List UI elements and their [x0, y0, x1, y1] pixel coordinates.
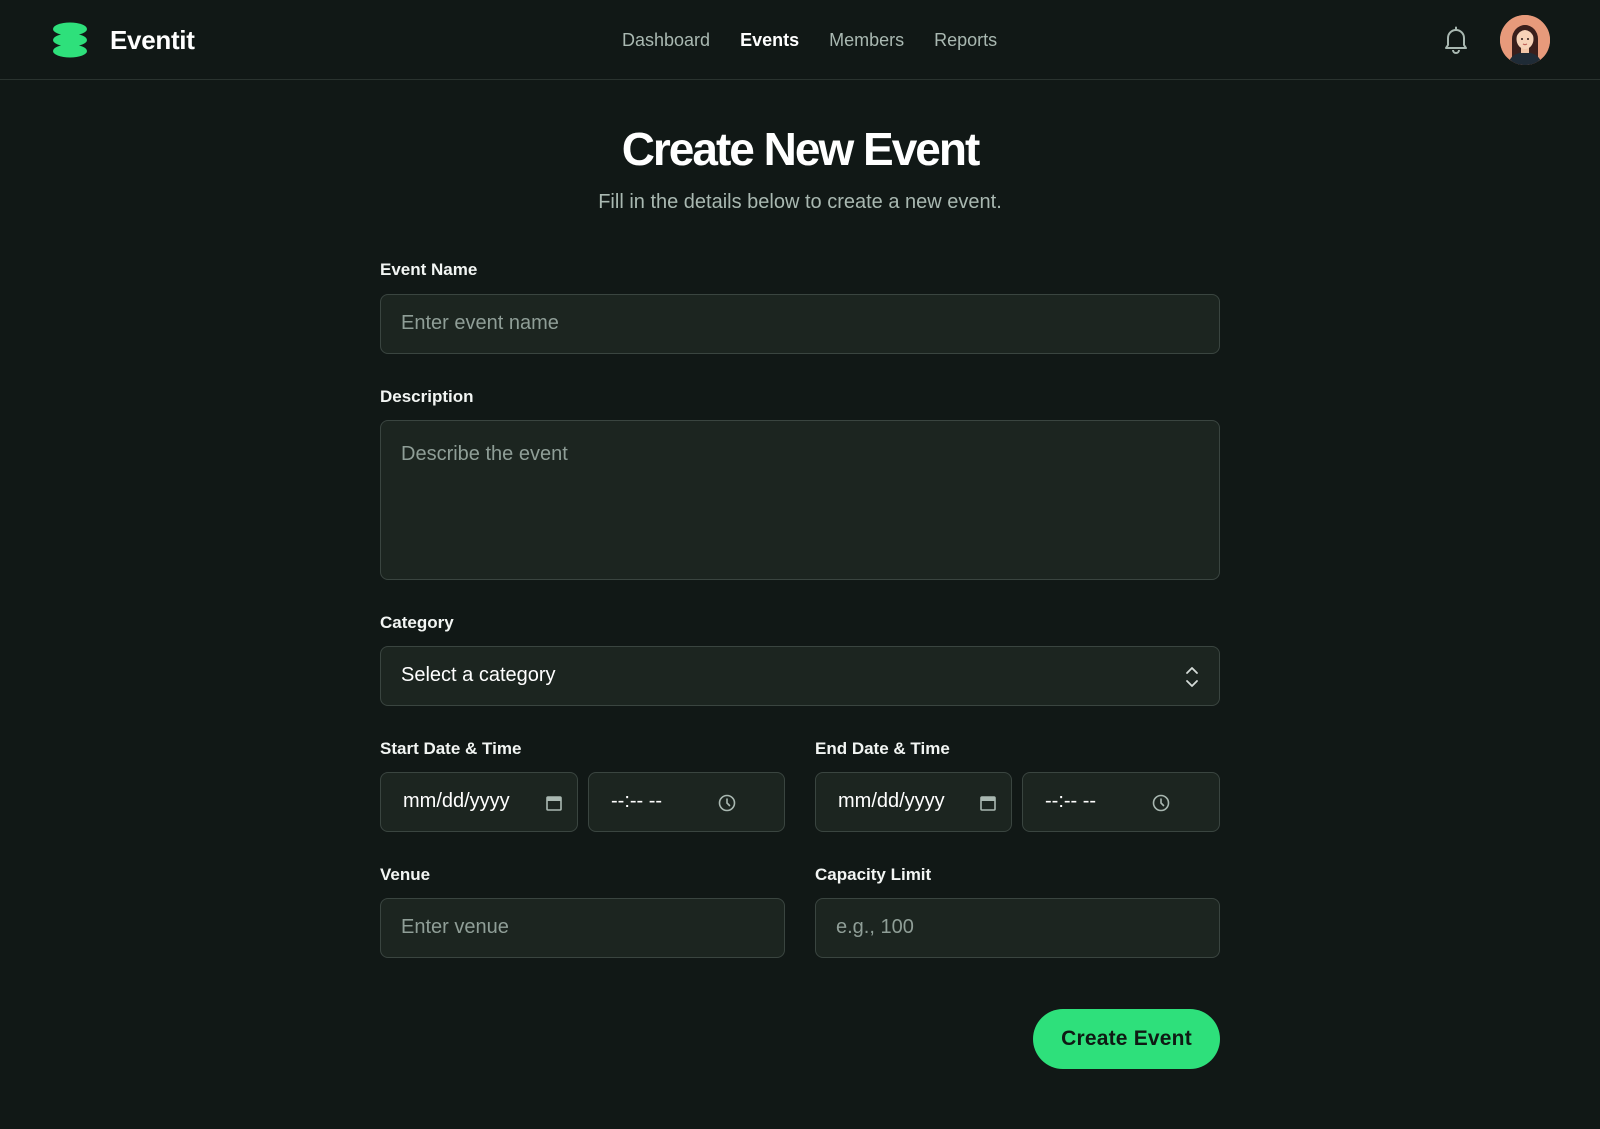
- start-date-input[interactable]: mm/dd/yyyy: [380, 772, 578, 832]
- description-placeholder: Describe the event: [401, 443, 568, 465]
- calendar-icon[interactable]: [545, 794, 563, 812]
- start-time-input[interactable]: --:-- --: [588, 772, 785, 832]
- page-title: Create New Event: [621, 123, 981, 175]
- nav-item-events[interactable]: Events: [740, 28, 799, 52]
- clock-icon[interactable]: [717, 793, 737, 813]
- end-date-value: mm/dd/yyyy: [838, 790, 945, 812]
- bell-icon[interactable]: [1443, 26, 1469, 54]
- event-name-placeholder: Enter event name: [401, 312, 559, 334]
- venue-placeholder: Enter venue: [401, 916, 509, 938]
- event-name-input[interactable]: Enter event name: [380, 294, 1220, 354]
- end-time-value: --:-- --: [1045, 790, 1097, 812]
- clock-icon[interactable]: [1151, 793, 1171, 813]
- top-navigation-bar: Eventit Dashboard Events Members Reports: [0, 0, 1600, 80]
- start-time-value: --:-- --: [611, 790, 663, 812]
- description-label: Description: [380, 387, 474, 406]
- calendar-icon[interactable]: [979, 794, 997, 812]
- end-time-input[interactable]: --:-- --: [1022, 772, 1220, 832]
- nav-item-reports[interactable]: Reports: [934, 28, 997, 52]
- create-event-button[interactable]: Create Event: [1033, 1009, 1220, 1069]
- end-datetime-label: End Date & Time: [815, 739, 950, 758]
- capacity-label: Capacity Limit: [815, 865, 932, 884]
- category-selected-value: Select a category: [401, 664, 556, 686]
- main-nav: Dashboard Events Members Reports: [622, 28, 997, 52]
- category-label: Category: [380, 613, 454, 632]
- capacity-input[interactable]: e.g., 100: [815, 898, 1220, 958]
- venue-label: Venue: [380, 865, 431, 884]
- venue-input[interactable]: Enter venue: [380, 898, 785, 958]
- start-datetime-label: Start Date & Time: [380, 739, 522, 758]
- brand-name[interactable]: Eventit: [110, 22, 195, 58]
- nav-item-members[interactable]: Members: [829, 28, 904, 52]
- category-select[interactable]: Select a category: [380, 646, 1220, 706]
- capacity-placeholder: e.g., 100: [836, 916, 914, 938]
- nav-item-dashboard[interactable]: Dashboard: [622, 28, 710, 52]
- description-textarea[interactable]: Describe the event: [380, 420, 1220, 580]
- event-name-label: Event Name: [380, 260, 478, 279]
- avatar-portrait: [1500, 15, 1550, 65]
- logo-icon[interactable]: [52, 22, 88, 58]
- end-date-input[interactable]: mm/dd/yyyy: [815, 772, 1012, 832]
- start-date-value: mm/dd/yyyy: [403, 790, 510, 812]
- avatar[interactable]: [1500, 15, 1550, 65]
- page-subtitle: Fill in the details below to create a ne…: [598, 191, 1002, 213]
- chevron-up-down-icon: [1186, 667, 1198, 687]
